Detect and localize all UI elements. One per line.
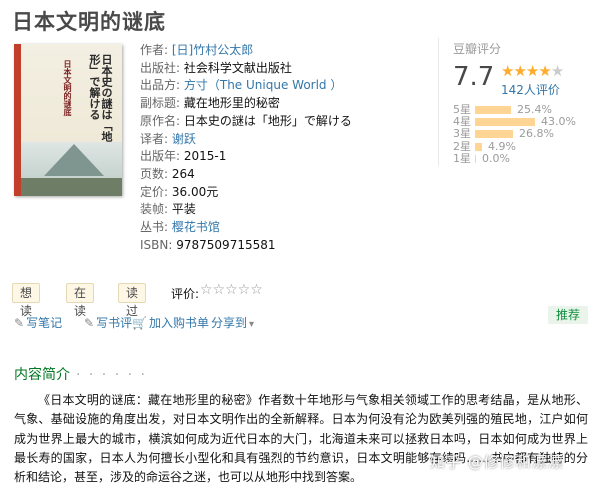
info-label: 丛书: [140,220,169,235]
rating-title: 豆瓣评分 [453,42,502,56]
share-label: 分享到 [211,316,248,330]
intro-heading-label: 内容简介 [14,367,70,383]
share-link[interactable]: 分享到 ▾ [211,314,254,331]
info-value: 9787509715581 [176,237,276,252]
cover-ground [21,178,122,196]
book-cover[interactable]: 日本史の謎は「地形」で解ける 日本文明的谜底 [14,44,122,196]
star-icon: ★ [525,62,539,80]
info-row: 定价: 36.00元 [140,184,352,202]
info-row: 出品方: 方寸（The Unique World ） [140,77,352,95]
cart-icon: 🛒 [132,316,147,330]
intro-heading-dots: · · · · · · [76,367,147,383]
add-cart-label: 加入购书单 [148,316,209,330]
info-label: ISBN: [140,237,173,252]
reading-button[interactable]: 在读 [66,283,95,318]
rating-bar-row: 1星 0.0% [453,151,576,165]
intro-text: 《日本文明的谜底：藏在地形里的秘密》作者数十年地形与气象相关领域工作的思考结晶，… [14,393,588,485]
write-review-label: 写书评 [96,316,133,330]
star-icon: ★ [538,62,551,80]
star-icon: ★ [513,62,526,80]
rating-bar-percent: 4.9% [488,139,516,153]
rating-distribution: 5星 25.4% 4星 43.0% 3星 26.8% 2星 4.9% 1星 0.0% [453,103,576,165]
info-row: ISBN: 9787509715581 [140,237,352,255]
write-note-label: 写笔记 [26,316,63,330]
info-value-link[interactable]: [日]竹村公太郎 [172,43,253,57]
rating-bar [475,118,535,127]
info-label: 页数: [140,166,169,181]
page-title: 日本文明的谜底 [12,10,166,34]
rating-bar-percent: 43.0% [541,115,576,129]
info-value-link[interactable]: 樱花书馆 [172,220,220,234]
info-label: 副标题: [140,96,181,111]
rating-bar-percent: 25.4% [517,103,552,116]
pencil-icon: ✎ [14,316,25,330]
rating-bar-label: 3星 [453,127,471,141]
info-row: 原作名: 日本史の謎は「地形」で解ける [140,113,352,131]
rating-bar [475,130,513,139]
info-value: 藏在地形里的秘密 [183,96,280,111]
rating-bar-row: 4星 43.0% [453,115,576,129]
info-label: 作者: [140,43,169,57]
rating-score: 7.7 [453,62,495,92]
recommend-button[interactable]: 推荐 [548,306,588,324]
info-row: 装帧: 平装 [140,201,352,219]
info-row: 出版社: 社会科学文献出版社 [140,60,352,78]
rating-bar-label: 2星 [453,139,471,153]
rating-bar [475,106,511,114]
rating-bar-percent: 26.8% [519,127,554,141]
info-label: 出品方: [140,78,181,93]
watermark: 知乎 @修修和漂漂 [430,453,564,471]
rating-panel: 豆瓣评分 7.7 ★★★★★ 142人评价 5星 25.4% 4星 43.0% 3星 26… [438,38,586,166]
cover-mountain [44,144,104,176]
star-icon: ★ [550,62,564,80]
info-row: 副标题: 藏在地形里的秘密 [140,95,352,113]
rating-bar [475,154,476,163]
rating-bar-percent: 0.0% [482,151,510,165]
star-icon: ★ [501,62,514,80]
info-value: 社会科学文献出版社 [183,60,292,75]
want-read-button[interactable]: 想读 [12,283,41,318]
info-value: 264 [171,166,195,181]
info-label: 装帧: [140,202,169,217]
info-label: 出版社: [140,60,181,75]
rating-bar-label: 1星 [453,151,471,165]
cover-title: 日本史の謎は「地形」で解ける [88,54,113,142]
write-note-link[interactable]: ✎ 写笔记 [14,314,62,331]
info-row: 译者: 谢跃 [140,131,352,149]
rating-count-link[interactable]: 142人评价 [501,81,560,98]
info-value-link[interactable]: 谢跃 [172,132,196,146]
info-value: 2015-1 [183,149,227,164]
info-label: 原作名: [140,113,181,128]
add-cart-link[interactable]: 🛒 加入购书单 [132,314,209,331]
rating-bar-row: 2星 4.9% [453,139,576,153]
rating-stars: ★★★★★ [501,62,564,80]
pencil-icon: ✎ [84,316,95,330]
info-row: 作者: [日]竹村公太郎 [140,42,352,60]
rate-stars-input[interactable]: ☆☆☆☆☆ [200,282,263,298]
info-value: 36.00元 [171,184,219,199]
info-label: 定价: [140,184,169,199]
cover-band [14,44,21,196]
book-info: 作者: [日]竹村公太郎 出版社: 社会科学文献出版社 出品方: 方寸（The Un… [140,42,352,254]
info-row: 出版年: 2015-1 [140,148,352,166]
info-row: 丛书: 樱花书馆 [140,219,352,237]
rating-bar [475,142,482,151]
intro-heading: 内容简介 · · · · · · [14,364,147,384]
chevron-down-icon: ▾ [249,319,255,330]
write-review-link[interactable]: ✎ 写书评 [84,314,132,331]
info-value: 日本史の謎は「地形」で解ける [183,113,352,128]
info-value-link[interactable]: 方寸（The Unique World ） [184,78,342,92]
info-label: 出版年: [140,149,181,164]
rate-label: 评价: [171,287,200,301]
cover-subtitle: 日本文明的谜底 [63,60,73,116]
info-row: 页数: 264 [140,166,352,184]
info-label: 译者: [140,131,169,146]
read-button[interactable]: 读过 [118,283,147,318]
info-value: 平装 [171,202,196,217]
